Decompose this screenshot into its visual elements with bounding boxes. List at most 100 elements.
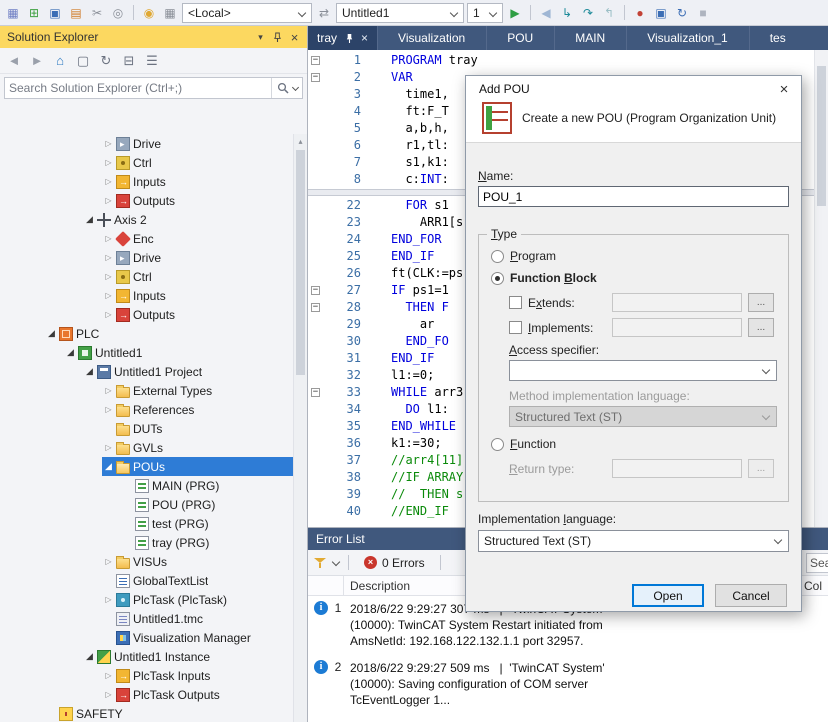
editor-tab-MAIN[interactable]: MAIN	[554, 26, 626, 50]
toggle-breakpoint-icon[interactable]: ●	[631, 4, 649, 22]
new-view-icon[interactable]: ▢	[75, 52, 91, 70]
code-text[interactable]: END_FO	[373, 333, 449, 350]
target-system-combo[interactable]: <Local>	[182, 3, 312, 23]
close-icon[interactable]: ×	[286, 29, 303, 46]
column-severity[interactable]	[308, 576, 344, 595]
line-number[interactable]: 23	[323, 214, 373, 231]
implements-checkbox[interactable]	[509, 321, 522, 334]
tree-item-safety[interactable]: SAFETY	[0, 704, 293, 722]
error-search-input[interactable]	[806, 553, 828, 573]
name-input[interactable]	[478, 186, 789, 207]
tree-item-untitled1-tmc[interactable]: Untitled1.tmc	[0, 609, 293, 628]
tree-item-plctask-outputs[interactable]: ▷PlcTask Outputs	[0, 685, 293, 704]
step-into-icon[interactable]: ↳	[558, 4, 576, 22]
code-text[interactable]: a,b,h,	[373, 120, 449, 137]
tree-item-drive[interactable]: ▷Drive	[0, 134, 293, 153]
code-text[interactable]: ar	[373, 316, 434, 333]
tree-item-plctask-plctask-[interactable]: ▷PlcTask (PlcTask)	[0, 590, 293, 609]
code-text[interactable]: THEN F	[373, 299, 449, 316]
restart-twincat-icon[interactable]: ↻	[673, 4, 691, 22]
logout-icon[interactable]: ◀	[537, 4, 555, 22]
instance-combo[interactable]: 1	[467, 3, 503, 23]
code-text[interactable]: //END_IF	[373, 503, 449, 520]
code-text[interactable]: r1,tl:	[373, 137, 449, 154]
tree-item-drive[interactable]: ▷Drive	[0, 248, 293, 267]
tree-item-ctrl[interactable]: ▷Ctrl	[0, 267, 293, 286]
tree-item-main-prg-[interactable]: MAIN (PRG)	[0, 476, 293, 495]
pin-icon[interactable]	[269, 29, 286, 46]
expanded-arrow-icon[interactable]: ◢	[102, 457, 115, 476]
code-text[interactable]: END_WHILE	[373, 418, 456, 435]
tree-item-pous[interactable]: ◢POUs	[0, 457, 293, 476]
project-combo[interactable]: Untitled1	[336, 3, 464, 23]
tree-item-duts[interactable]: DUTs	[0, 419, 293, 438]
home-icon[interactable]: ⌂	[52, 52, 68, 70]
code-line[interactable]: −1PROGRAM tray	[308, 52, 828, 69]
line-number[interactable]: 5	[323, 120, 373, 137]
code-text[interactable]: l1:=0;	[373, 367, 434, 384]
code-text[interactable]: //IF ARRAY	[373, 469, 463, 486]
extends-input[interactable]	[612, 293, 742, 312]
expanded-arrow-icon[interactable]: ◢	[83, 647, 96, 666]
save-all-icon[interactable]: ▤	[67, 4, 85, 22]
code-text[interactable]: //arr4[11]	[373, 452, 463, 469]
collapsed-arrow-icon[interactable]: ▷	[102, 153, 115, 172]
solution-search-box[interactable]	[4, 77, 303, 99]
tree-item-inputs[interactable]: ▷Inputs	[0, 286, 293, 305]
line-number[interactable]: 34	[323, 401, 373, 418]
line-number[interactable]: 24	[323, 231, 373, 248]
column-col[interactable]: Col	[802, 576, 828, 595]
tree-item-globaltextlist[interactable]: GlobalTextList	[0, 571, 293, 590]
code-text[interactable]: ft:F_T	[373, 103, 449, 120]
close-icon[interactable]: ×	[361, 31, 368, 45]
line-number[interactable]: 36	[323, 435, 373, 452]
line-number[interactable]: 4	[323, 103, 373, 120]
forward-icon[interactable]: ►	[29, 52, 45, 70]
code-text[interactable]: END_IF	[373, 248, 434, 265]
radio-program-row[interactable]: Program	[491, 249, 776, 263]
search-options[interactable]	[271, 78, 298, 98]
tree-item-plctask-inputs[interactable]: ▷PlcTask Inputs	[0, 666, 293, 685]
radio-icon[interactable]	[491, 438, 504, 451]
line-number[interactable]: 39	[323, 486, 373, 503]
code-text[interactable]: k1:=30;	[373, 435, 442, 452]
line-number[interactable]: 26	[323, 265, 373, 282]
code-text[interactable]: DO l1:	[373, 401, 449, 418]
login-icon[interactable]: ▶	[506, 4, 524, 22]
code-text[interactable]: PROGRAM tray	[373, 52, 478, 69]
collapse-all-icon[interactable]: ⊟	[121, 52, 137, 70]
line-number[interactable]: 8	[323, 171, 373, 188]
line-number[interactable]: 35	[323, 418, 373, 435]
open-button[interactable]: Open	[632, 584, 704, 607]
add-item-icon[interactable]: ⊞	[25, 4, 43, 22]
tree-item-tray-prg-[interactable]: tray (PRG)	[0, 533, 293, 552]
extends-browse-button[interactable]: ...	[748, 293, 774, 312]
close-icon[interactable]: ×	[767, 76, 801, 102]
line-number[interactable]: 1	[323, 52, 373, 69]
code-text[interactable]: // THEN s	[373, 486, 463, 503]
implements-input[interactable]	[612, 318, 742, 337]
scroll-up-icon[interactable]: ▴	[294, 134, 307, 148]
code-text[interactable]: WHILE arr3	[373, 384, 463, 401]
expanded-arrow-icon[interactable]: ◢	[45, 324, 58, 343]
code-text[interactable]: END_FOR	[373, 231, 442, 248]
collapsed-arrow-icon[interactable]: ▷	[102, 381, 115, 400]
line-number[interactable]: 7	[323, 154, 373, 171]
scrollbar-thumb[interactable]	[296, 150, 305, 375]
tree-item-test-prg-[interactable]: test (PRG)	[0, 514, 293, 533]
line-number[interactable]: 31	[323, 350, 373, 367]
collapsed-arrow-icon[interactable]: ▷	[102, 172, 115, 191]
collapsed-arrow-icon[interactable]: ▷	[102, 552, 115, 571]
fold-marker-icon[interactable]: −	[311, 303, 320, 312]
line-number[interactable]: 22	[323, 197, 373, 214]
cut-icon[interactable]: ✂	[88, 4, 106, 22]
tree-item-axis-2[interactable]: ◢Axis 2	[0, 210, 293, 229]
line-number[interactable]: 32	[323, 367, 373, 384]
line-number[interactable]: 27	[323, 282, 373, 299]
code-text[interactable]: IF ps1=1	[373, 282, 449, 299]
tree-item-untitled1-project[interactable]: ◢Untitled1 Project	[0, 362, 293, 381]
tree-item-untitled1-instance[interactable]: ◢Untitled1 Instance	[0, 647, 293, 666]
tree-item-gvls[interactable]: ▷GVLs	[0, 438, 293, 457]
collapsed-arrow-icon[interactable]: ▷	[102, 400, 115, 419]
scrollbar-thumb[interactable]	[817, 66, 826, 206]
